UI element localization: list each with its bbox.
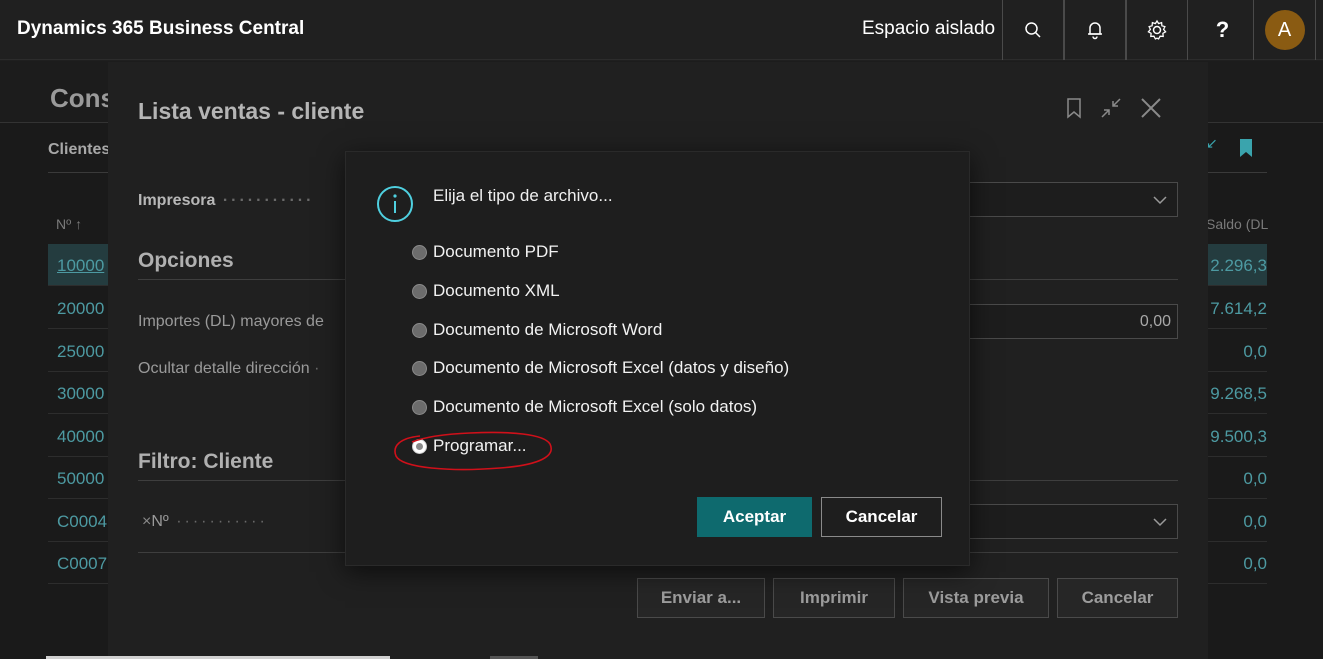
ok-button[interactable]: Aceptar (697, 497, 812, 537)
option-label: Documento de Microsoft Excel (solo datos… (433, 397, 758, 416)
background-page-title: Cons (50, 83, 115, 113)
bookmark-filled-icon[interactable] (1239, 138, 1253, 163)
filter-heading[interactable]: Filtro: Cliente (138, 450, 273, 474)
option-label: Documento de Microsoft Word (433, 320, 663, 339)
amounts-input[interactable]: 0,00 (968, 304, 1178, 339)
amounts-value: 0,00 (1139, 313, 1171, 330)
gear-icon (1147, 19, 1167, 40)
row-balance: 0,0 (1243, 469, 1267, 488)
row-balance: 9.268,5 (1210, 384, 1267, 403)
search-icon (1025, 22, 1041, 38)
option-word[interactable]: Documento de Microsoft Word (412, 319, 662, 341)
environment-label: Espacio aislado (862, 18, 996, 39)
radio-button[interactable] (412, 399, 427, 415)
option-xml[interactable]: Documento XML (412, 280, 560, 302)
row-balance: 2.296,3 (1210, 256, 1267, 275)
row-balance: 0,0 (1243, 554, 1267, 573)
row-no[interactable]: 50000 (57, 469, 104, 489)
row-no[interactable]: 10000 (57, 256, 104, 276)
request-page-title: Lista ventas - cliente (138, 98, 365, 124)
notifications-button[interactable] (1064, 0, 1126, 60)
options-heading[interactable]: Opciones (138, 249, 234, 273)
row-balance: 9.500,3 (1210, 427, 1267, 446)
file-type-modal: Elija el tipo de archivo... Documento PD… (345, 151, 970, 566)
column-header-balance[interactable]: Saldo (DL (1206, 216, 1268, 232)
settings-button[interactable] (1126, 0, 1188, 60)
collapse-icon[interactable] (1100, 97, 1122, 119)
user-button[interactable]: A (1254, 0, 1316, 60)
row-no[interactable]: C0004( (57, 512, 113, 532)
row-no[interactable]: 40000 (57, 427, 104, 447)
amounts-label: Importes (DL) mayores de (138, 313, 324, 330)
row-no[interactable]: C0007( (57, 554, 113, 574)
option-excel-data[interactable]: Documento de Microsoft Excel (solo datos… (412, 396, 757, 418)
modal-cancel-button[interactable]: Cancelar (821, 497, 942, 537)
option-label: Documento de Microsoft Excel (datos y di… (433, 358, 790, 377)
bell-icon (1088, 22, 1102, 40)
help-button[interactable]: ? (1192, 0, 1254, 60)
filter-field-label: ×Nº ··········· (142, 513, 268, 530)
send-to-button[interactable]: Enviar a... (637, 578, 765, 618)
row-no[interactable]: 30000 (57, 384, 104, 404)
cancel-button[interactable]: Cancelar (1057, 578, 1178, 618)
row-balance: 0,0 (1243, 512, 1267, 531)
row-no[interactable]: 20000 (57, 299, 104, 319)
top-bar: Dynamics 365 Business Central Espacio ai… (0, 0, 1323, 60)
chevron-down-icon (1153, 518, 1167, 527)
avatar: A (1264, 10, 1305, 50)
radio-button[interactable] (412, 322, 427, 338)
printer-select[interactable] (968, 182, 1178, 217)
chevron-down-icon (1153, 196, 1167, 205)
hide-address-label: Ocultar detalle dirección · (138, 360, 320, 377)
filter-value-select[interactable] (968, 504, 1178, 539)
search-button[interactable] (1002, 0, 1064, 60)
modal-question: Elija el tipo de archivo... (433, 186, 613, 205)
radio-button[interactable] (412, 244, 427, 260)
app-title[interactable]: Dynamics 365 Business Central (17, 18, 304, 40)
info-icon (377, 186, 413, 222)
option-excel-layout[interactable]: Documento de Microsoft Excel (datos y di… (412, 357, 789, 379)
row-no[interactable]: 25000 (57, 342, 104, 362)
column-header-no[interactable]: Nº ↑ (56, 216, 82, 232)
option-label: Documento XML (433, 281, 560, 300)
background-subtitle: Clientes (48, 141, 111, 158)
option-label: Documento PDF (433, 242, 559, 261)
row-balance: 7.614,2 (1210, 299, 1267, 318)
option-pdf[interactable]: Documento PDF (412, 241, 559, 263)
print-button[interactable]: Imprimir (773, 578, 895, 618)
remove-filter-icon[interactable]: × (142, 513, 151, 530)
bookmark-icon[interactable] (1066, 97, 1082, 119)
printer-label: Impresora ··········· (138, 192, 315, 209)
red-annotation-circle (394, 431, 552, 471)
row-balance: 0,0 (1243, 342, 1267, 361)
radio-button[interactable] (412, 283, 427, 299)
request-page-actions (1066, 97, 1162, 119)
radio-button[interactable] (412, 360, 427, 376)
close-icon[interactable] (1140, 97, 1162, 119)
preview-button[interactable]: Vista previa (903, 578, 1049, 618)
